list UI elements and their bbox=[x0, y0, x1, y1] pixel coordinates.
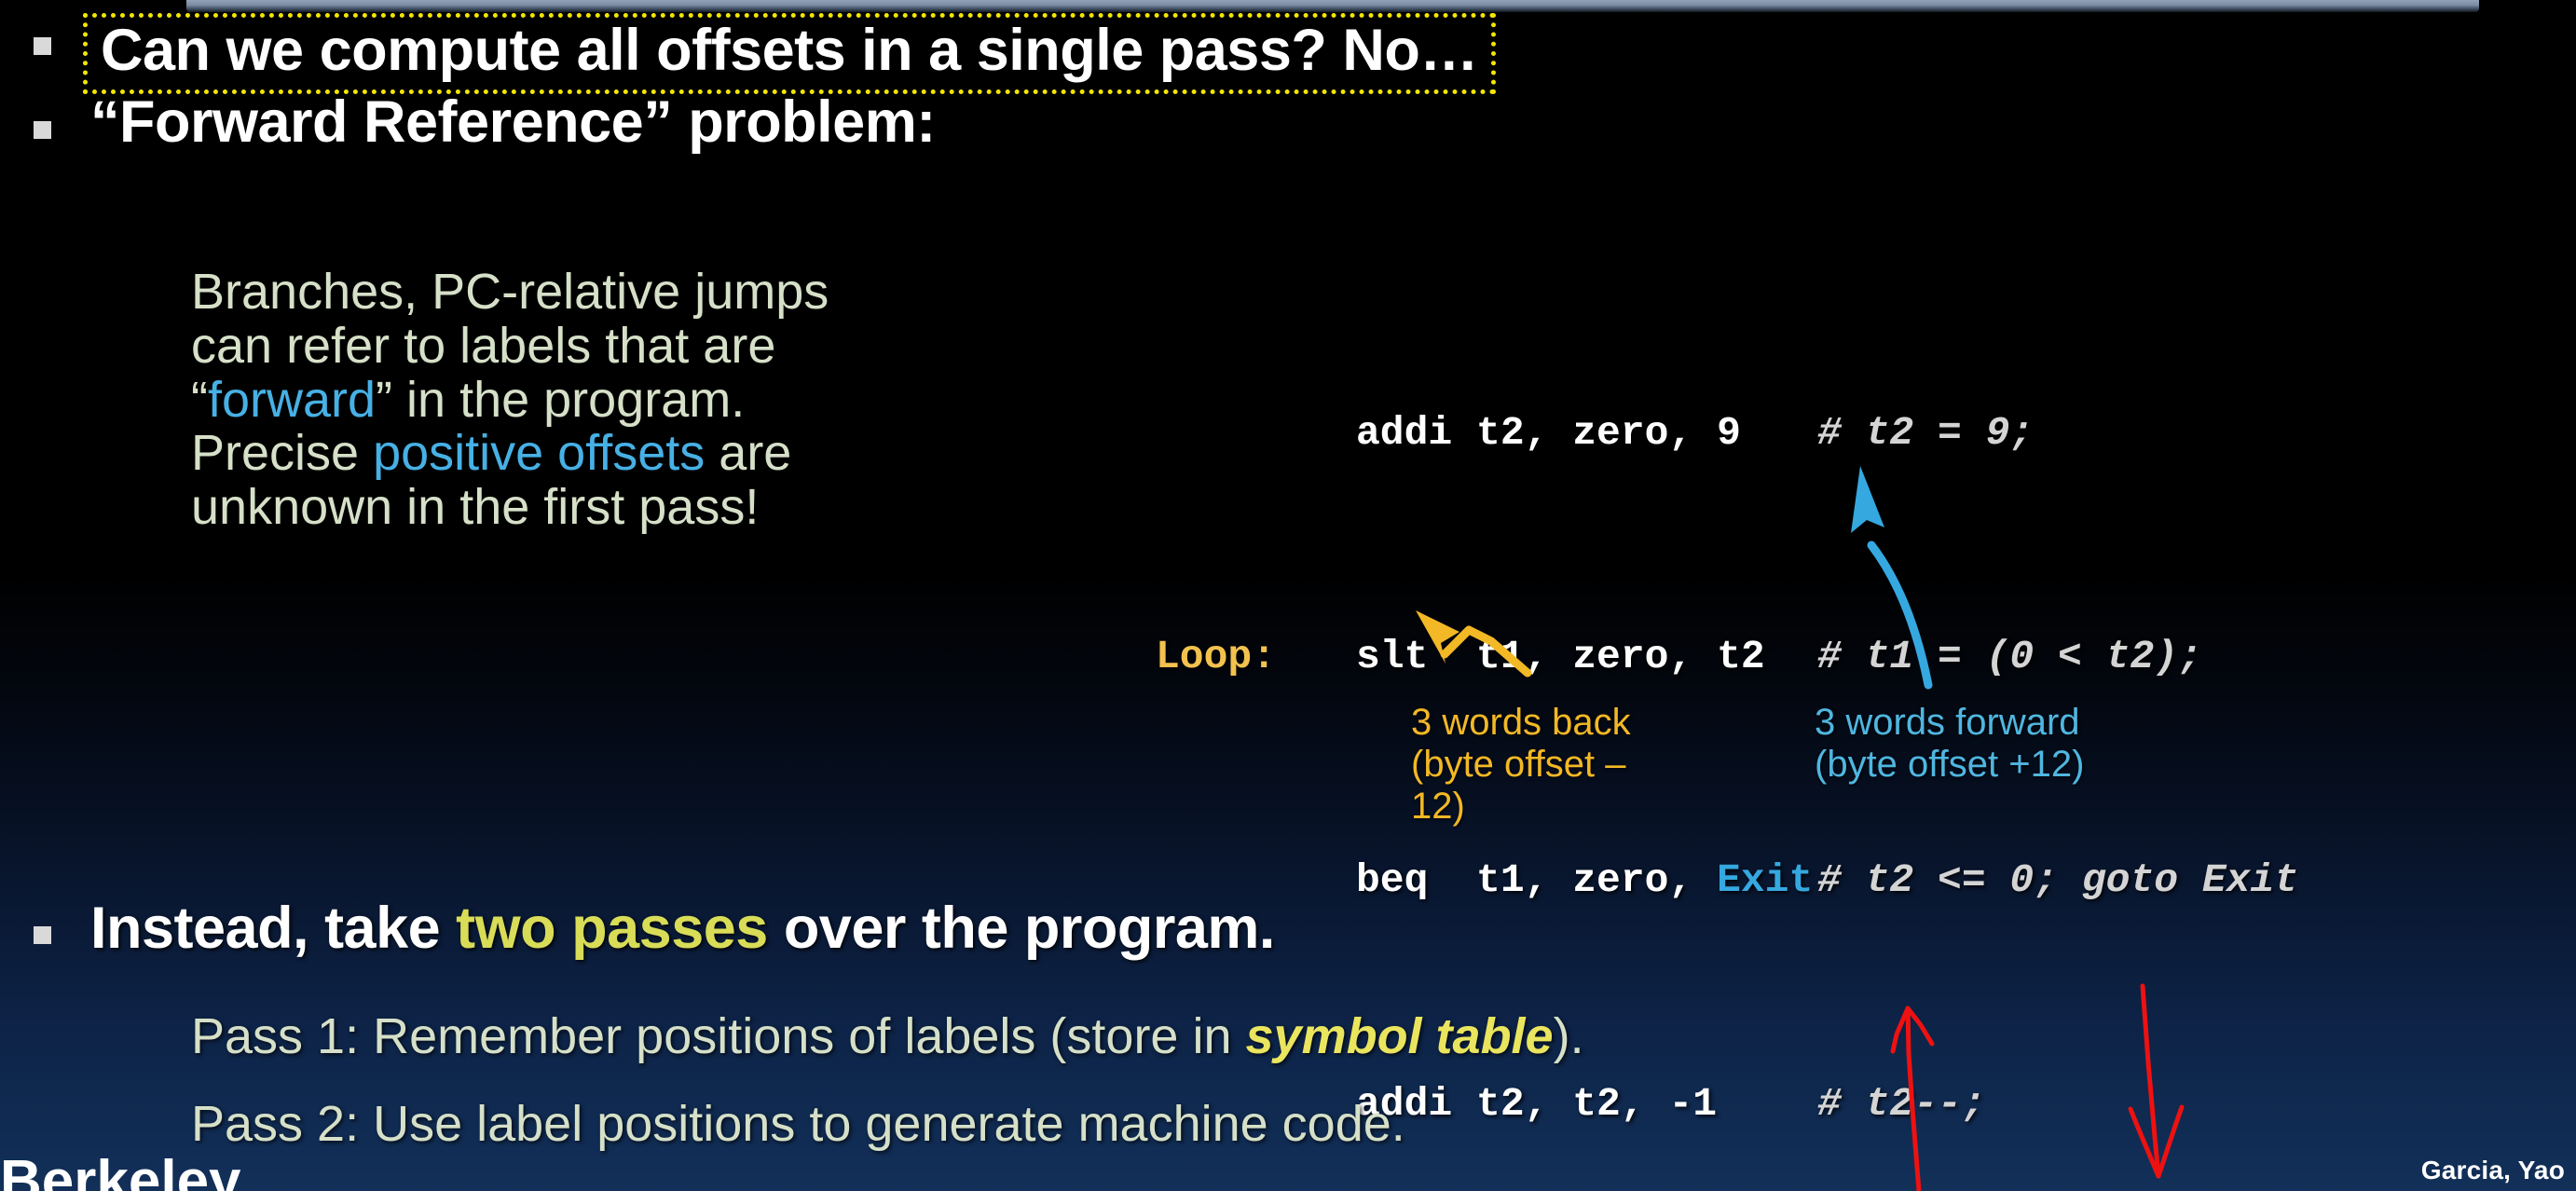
pass-2-line: Pass 2: Use label positions to generate … bbox=[191, 1096, 1405, 1152]
top-chrome-bar bbox=[186, 0, 2479, 12]
code-label-loop: Loop: bbox=[1156, 634, 1277, 679]
bullet-square-icon bbox=[34, 37, 51, 55]
bullet-item-1: Can we compute all offsets in a single p… bbox=[34, 13, 1496, 94]
pass-1-line: Pass 1: Remember positions of labels (st… bbox=[191, 1010, 1584, 1063]
bullet-2-text: “Forward Reference” problem: bbox=[90, 89, 936, 155]
code-row: addi t2, zero, 9 # t2 = 9; bbox=[1156, 396, 2298, 471]
paragraph-line-1: Branches, PC-relative jumps bbox=[191, 264, 829, 320]
callout-forward-line-1: 3 words forward bbox=[1815, 702, 2080, 743]
bullet-3-post: over the program. bbox=[767, 896, 1276, 961]
paragraph-line-4: Precise positive offsets are bbox=[191, 425, 829, 482]
code-instruction-with-symbol: beq t1, zero, Exit bbox=[1356, 843, 1813, 918]
bullet-3-text: Instead, take two passes over the progra… bbox=[90, 899, 1275, 958]
code-row: Loop: slt t1, zero, t2 # t1 = (0 < t2); bbox=[1156, 620, 2298, 694]
bullet-item-2: “Forward Reference” problem: bbox=[34, 93, 936, 152]
paragraph-line-2: can refer to labels that are bbox=[191, 317, 776, 374]
code-row: beq t1, zero, Exit # t2 <= 0; goto Exit bbox=[1156, 843, 2298, 918]
quote-open: “ bbox=[191, 371, 208, 428]
slide-footer-authors: Garcia, Yao bbox=[2420, 1156, 2565, 1184]
forward-reference-paragraph: Branches, PC-relative jumps can refer to… bbox=[191, 264, 829, 536]
callout-back-line-1: 3 words back bbox=[1411, 702, 1631, 743]
code-instruction: addi t2, t2, -1 bbox=[1356, 1081, 1718, 1127]
code-comment: # t1 = (0 < t2); bbox=[1817, 634, 2202, 679]
paragraph-line-3: “forward” in the program. bbox=[191, 371, 829, 428]
paragraph-line-4-pre: Precise bbox=[191, 425, 374, 482]
code-instruction: slt t1, zero, t2 bbox=[1356, 634, 1765, 679]
pass-1-post: ). bbox=[1553, 1008, 1584, 1064]
bullet-1-text: Can we compute all offsets in a single p… bbox=[101, 18, 1478, 83]
pass-1-pre: Pass 1: Remember positions of labels (st… bbox=[191, 1008, 1246, 1064]
paragraph-line-4-post: are bbox=[705, 425, 792, 482]
code-instruction: beq t1, zero, bbox=[1356, 857, 1718, 903]
forward-keyword: forward bbox=[207, 371, 377, 428]
bullet-square-icon bbox=[34, 121, 51, 139]
bullet-3-pre: Instead, take bbox=[90, 896, 457, 961]
bullet-item-3: Instead, take two passes over the progra… bbox=[34, 899, 1275, 958]
slide-canvas: Can we compute all offsets in a single p… bbox=[0, 0, 2576, 1191]
two-passes-keyword: two passes bbox=[456, 896, 768, 961]
highlight-box: Can we compute all offsets in a single p… bbox=[83, 13, 1496, 94]
paragraph-line-5: unknown in the first pass! bbox=[191, 479, 760, 536]
bullet-square-icon bbox=[34, 926, 51, 944]
callout-back-line-3: 12) bbox=[1411, 785, 1465, 827]
callout-forward-line-2: (byte offset +12) bbox=[1815, 743, 2085, 785]
code-comment: # t2 = 9; bbox=[1817, 410, 2035, 456]
code-comment: # t2 <= 0; goto Exit bbox=[1817, 857, 2299, 903]
symbol-table-keyword: symbol table bbox=[1245, 1008, 1554, 1064]
callout-back-line-2: (byte offset – bbox=[1411, 743, 1626, 785]
positive-offsets-keyword: positive offsets bbox=[373, 425, 706, 482]
paragraph-line-3-post: ” in the program. bbox=[376, 371, 746, 428]
code-instruction: addi t2, zero, 9 bbox=[1356, 410, 1741, 456]
callout-words-back: 3 words back (byte offset – 12) bbox=[1411, 702, 1644, 827]
callout-words-forward: 3 words forward (byte offset +12) bbox=[1815, 702, 2187, 786]
cutoff-bottom-text: Berkeley bbox=[0, 1149, 241, 1191]
code-comment: # t2--; bbox=[1817, 1081, 1986, 1127]
